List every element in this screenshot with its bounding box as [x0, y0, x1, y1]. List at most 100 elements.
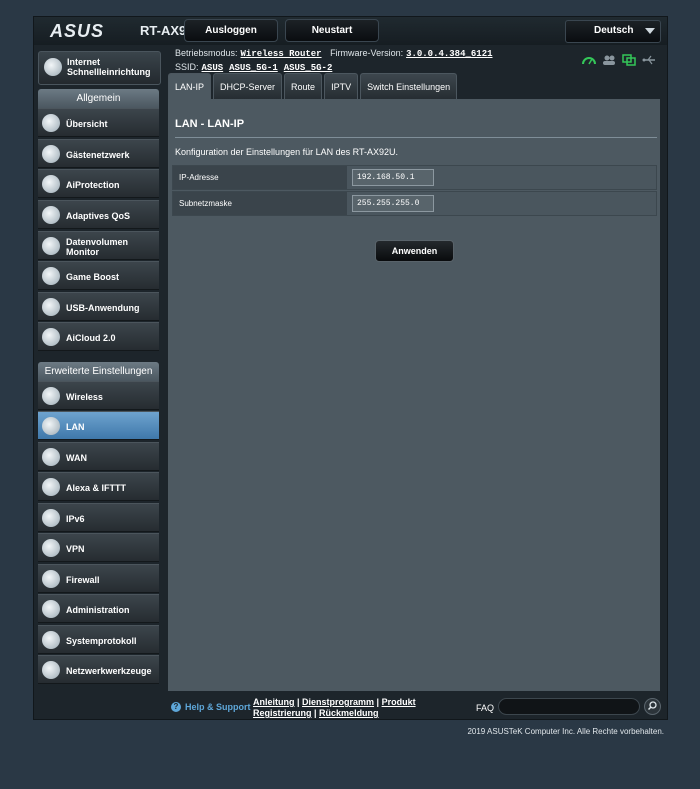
sidebar-item-wireless[interactable]: Wireless	[38, 381, 159, 410]
section-header-advanced: Erweiterte Einstellungen	[38, 362, 159, 381]
section-header-general: Allgemein	[38, 89, 159, 108]
link-utility[interactable]: Dienstprogramm	[302, 697, 374, 707]
subnet-mask-cell	[347, 192, 656, 215]
ip-address-cell	[347, 166, 656, 189]
faq-search-input[interactable]	[498, 698, 640, 715]
sidebar-item-label: Wireless	[66, 391, 103, 402]
wizard-icon	[44, 58, 62, 76]
sidebar-item-label: Internet Schnellleinrichtung	[67, 57, 151, 77]
help-support[interactable]: ? Help & Support	[171, 702, 251, 712]
cloud-icon	[42, 328, 60, 346]
firewall-icon	[42, 570, 60, 588]
globe-icon	[42, 145, 60, 163]
admin-gear-icon	[42, 600, 60, 618]
wan-status-icon[interactable]	[622, 53, 636, 66]
restart-button[interactable]: Neustart	[285, 19, 379, 42]
sidebar-item-alexa[interactable]: Alexa & IFTTT	[38, 472, 159, 501]
footer-links: Anleitung | Dienstprogramm | Produkt Reg…	[253, 697, 416, 718]
help-icon: ?	[171, 702, 181, 712]
mode-link[interactable]: Wireless Router	[241, 49, 322, 59]
traffic-monitor-icon	[42, 237, 60, 255]
search-icon	[647, 701, 657, 711]
asus-logo: ASUS	[50, 21, 105, 41]
content-panel: LAN - LAN-IP Konfiguration der Einstellu…	[168, 99, 660, 691]
form-row: Subnetzmaske	[172, 191, 657, 216]
tab-bar: LAN-IP DHCP-Server Route IPTV Switch Ein…	[168, 73, 458, 100]
sidebar-item-network-tools[interactable]: Netzwerkwerkzeuge	[38, 655, 159, 684]
mode-label: Betriebsmodus:	[175, 48, 238, 58]
sidebar-item-administration[interactable]: Administration	[38, 594, 159, 623]
sidebar-item-aicloud[interactable]: AiCloud 2.0	[38, 322, 159, 351]
tab-lan-ip[interactable]: LAN-IP	[168, 73, 212, 100]
vpn-icon	[42, 539, 60, 557]
sidebar-item-label: IPv6	[66, 513, 85, 524]
log-icon	[42, 631, 60, 649]
sidebar-item-firewall[interactable]: Firewall	[38, 564, 159, 593]
page-title: LAN - LAN-IP	[175, 118, 245, 130]
sidebar-item-aiprotection[interactable]: AiProtection	[38, 169, 159, 198]
sidebar-item-label: Adaptives QoS	[66, 210, 131, 221]
sidebar-item-lan[interactable]: LAN	[38, 411, 159, 440]
sidebar-item-label: Game Boost	[66, 271, 120, 282]
footer: ? Help & Support Anleitung | Dienstprogr…	[34, 693, 667, 719]
subnet-mask-input[interactable]	[352, 195, 434, 212]
sidebar-item-overview[interactable]: Übersicht	[38, 108, 159, 137]
ipv6-icon	[42, 509, 60, 527]
lock-icon	[42, 175, 60, 193]
sidebar-item-ipv6[interactable]: IPv6	[38, 503, 159, 532]
tab-iptv[interactable]: IPTV	[324, 73, 359, 100]
ip-address-input[interactable]	[352, 169, 434, 186]
usb-icon	[42, 298, 60, 316]
clients-icon[interactable]	[602, 53, 616, 65]
sidebar-item-guest-network[interactable]: Gästenetzwerk	[38, 139, 159, 168]
header-bar: ASUS RT-AX92U Ausloggen Neustart Deutsch	[34, 17, 667, 45]
sidebar-item-qos[interactable]: Adaptives QoS	[38, 200, 159, 229]
usb-status-icon[interactable]	[642, 53, 656, 65]
sidebar-item-traffic-monitor[interactable]: Datenvolumen Monitor	[38, 231, 159, 260]
sidebar-item-usb[interactable]: USB-Anwendung	[38, 292, 159, 321]
sidebar-item-label: AiCloud 2.0	[66, 332, 116, 343]
firmware-link[interactable]: 3.0.0.4.384_6121	[406, 49, 492, 59]
tab-switch-settings[interactable]: Switch Einstellungen	[360, 73, 458, 100]
tab-route[interactable]: Route	[284, 73, 323, 100]
sidebar-item-label: Gästenetzwerk	[66, 149, 130, 160]
link-feedback[interactable]: Rückmeldung	[319, 708, 379, 718]
internet-status-icon[interactable]	[582, 53, 596, 65]
sidebar-item-label: Systemprotokoll	[66, 635, 137, 646]
sidebar-item-label: LAN	[66, 421, 85, 432]
sidebar-item-system-log[interactable]: Systemprotokoll	[38, 625, 159, 654]
sidebar-item-label: Alexa & IFTTT	[66, 482, 127, 493]
sidebar-item-quick-setup[interactable]: Internet Schnellleinrichtung	[38, 51, 161, 85]
faq-search-button[interactable]	[644, 698, 661, 715]
sidebar-item-label: Firewall	[66, 574, 100, 585]
language-select[interactable]: Deutsch	[565, 20, 661, 43]
apply-button[interactable]: Anwenden	[375, 240, 454, 262]
ssid-link-1[interactable]: ASUS	[202, 63, 224, 73]
lan-icon	[42, 417, 60, 435]
sidebar-item-game-boost[interactable]: Game Boost	[38, 261, 159, 290]
ip-address-label: IP-Adresse	[173, 166, 347, 189]
divider	[175, 137, 657, 138]
wireless-icon	[42, 387, 60, 405]
firmware-label: Firmware-Version:	[330, 48, 404, 58]
link-manual[interactable]: Anleitung	[253, 697, 295, 707]
status-icons	[582, 53, 656, 66]
sidebar-item-label: Datenvolumen Monitor	[66, 236, 129, 257]
tab-dhcp-server[interactable]: DHCP-Server	[213, 73, 283, 100]
alexa-icon	[42, 478, 60, 496]
sidebar-item-vpn[interactable]: VPN	[38, 533, 159, 562]
chevron-down-icon	[645, 28, 655, 34]
ssid-link-3[interactable]: ASUS_5G-2	[284, 63, 333, 73]
sidebar-item-label: Netzwerkwerkzeuge	[66, 665, 152, 676]
network-map-icon	[42, 114, 60, 132]
ssid-link-2[interactable]: ASUS_5G-1	[229, 63, 278, 73]
sidebar-item-wan[interactable]: WAN	[38, 442, 159, 471]
settings-form: IP-Adresse Subnetzmaske	[172, 165, 657, 217]
subnet-mask-label: Subnetzmaske	[173, 192, 347, 215]
page-description: Konfiguration der Einstellungen für LAN …	[175, 147, 398, 157]
gamepad-icon	[42, 267, 60, 285]
logout-button[interactable]: Ausloggen	[184, 19, 278, 42]
sidebar-item-label: AiProtection	[66, 179, 120, 190]
copyright: 2019 ASUSTeK Computer Inc. Alle Rechte v…	[467, 727, 664, 736]
router-admin-window: ASUS RT-AX92U Ausloggen Neustart Deutsch…	[34, 17, 667, 719]
